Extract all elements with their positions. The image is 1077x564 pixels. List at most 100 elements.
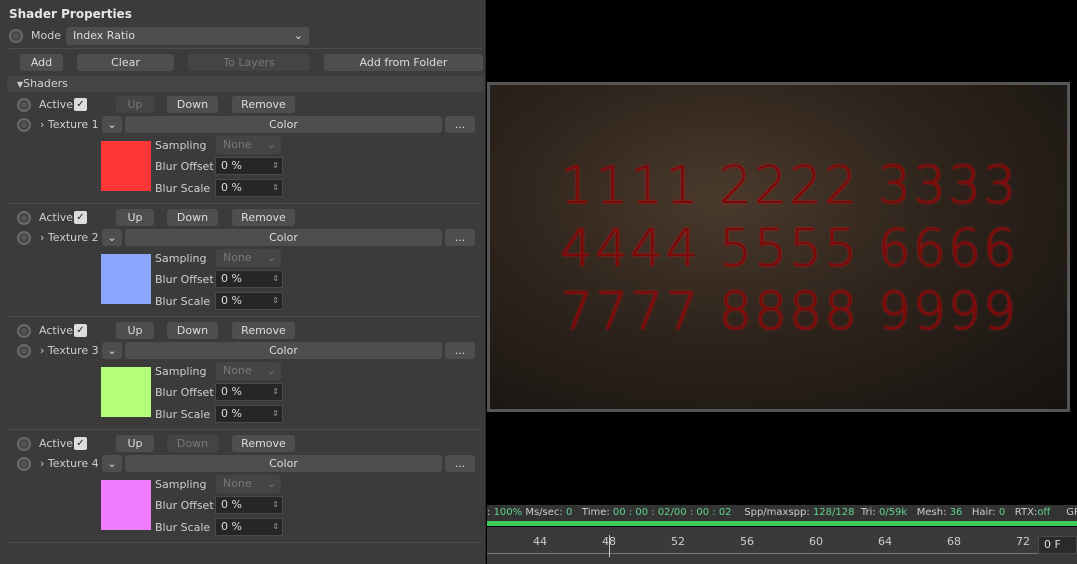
text-row: 1111 2222 3333: [560, 156, 1019, 216]
chevron-down-icon: ⌄: [107, 118, 117, 131]
time-value: 00 : 00 : 02/00 : 00 : 02: [612, 507, 732, 518]
blur-offset-input[interactable]: 0 % ⇕: [215, 270, 283, 288]
blur-scale-input[interactable]: 0 % ⇕: [215, 179, 283, 197]
up-button[interactable]: Up: [116, 322, 154, 339]
blur-scale-value: 0 %: [221, 520, 242, 533]
texture-keyframe-radio[interactable]: [17, 457, 31, 471]
stepper-icon[interactable]: ⇕: [272, 180, 279, 196]
stepper-icon[interactable]: ⇕: [272, 497, 279, 513]
chevron-right-icon: ›: [40, 231, 45, 244]
texture-keyframe-radio[interactable]: [17, 118, 31, 132]
chevron-down-icon: ⌄: [266, 477, 276, 490]
shader-button[interactable]: Color: [125, 229, 442, 246]
mssec-value: 0: [565, 507, 573, 518]
remove-button[interactable]: Remove: [232, 96, 295, 113]
current-frame-field[interactable]: 0 F: [1038, 536, 1077, 554]
blur-scale-value: 0 %: [221, 181, 242, 194]
texture-menu-button[interactable]: ⌄: [102, 455, 122, 472]
stepper-icon[interactable]: ⇕: [272, 384, 279, 400]
texture-expand[interactable]: › Texture 4: [40, 457, 99, 470]
blur-offset-value: 0 %: [221, 385, 242, 398]
sampling-label: Sampling: [155, 139, 207, 152]
timeline-tick-label: 64: [878, 535, 892, 548]
texture-keyframe-radio[interactable]: [17, 231, 31, 245]
blur-offset-value: 0 %: [221, 159, 242, 172]
texture-expand[interactable]: › Texture 2: [40, 231, 99, 244]
shaders-header-label: Shaders: [23, 77, 68, 90]
chevron-down-icon: ⌄: [293, 29, 303, 42]
blur-offset-label: Blur Offset: [155, 499, 214, 512]
active-checkbox[interactable]: ✓: [74, 437, 87, 450]
color-swatch[interactable]: [101, 367, 151, 417]
color-swatch[interactable]: [101, 254, 151, 304]
active-keyframe-radio[interactable]: [17, 437, 31, 451]
blur-offset-input[interactable]: 0 % ⇕: [215, 157, 283, 175]
timeline-ruler: [487, 553, 1042, 554]
color-swatch[interactable]: [101, 141, 151, 191]
texture-menu-button[interactable]: ⌄: [102, 116, 122, 133]
active-checkbox[interactable]: ✓: [74, 324, 87, 337]
sampling-select[interactable]: None ⌄: [216, 249, 281, 267]
down-button[interactable]: Down: [167, 435, 218, 452]
mode-value: Index Ratio: [73, 29, 136, 42]
down-button[interactable]: Down: [167, 96, 218, 113]
remove-button[interactable]: Remove: [232, 322, 295, 339]
more-button[interactable]: ...: [445, 455, 475, 472]
more-button[interactable]: ...: [445, 229, 475, 246]
shaders-group-header[interactable]: ▼Shaders: [7, 76, 484, 92]
active-keyframe-radio[interactable]: [17, 211, 31, 225]
add-button[interactable]: Add: [20, 54, 63, 71]
texture-expand[interactable]: › Texture 3: [40, 344, 99, 357]
texture-keyframe-radio[interactable]: [17, 344, 31, 358]
time-label: Time:: [581, 507, 610, 518]
stepper-icon[interactable]: ⇕: [272, 271, 279, 287]
timeline-tick-label: 68: [947, 535, 961, 548]
add-from-folder-button[interactable]: Add from Folder: [324, 54, 483, 71]
color-swatch[interactable]: [101, 480, 151, 530]
remove-button[interactable]: Remove: [232, 209, 295, 226]
blur-scale-input[interactable]: 0 % ⇕: [215, 405, 283, 423]
divider: [8, 429, 482, 430]
active-label: Active: [39, 211, 74, 224]
active-label: Active: [39, 437, 74, 450]
playhead[interactable]: [609, 535, 610, 557]
texture-menu-button[interactable]: ⌄: [102, 229, 122, 246]
down-button[interactable]: Down: [167, 209, 218, 226]
texture-expand[interactable]: › Texture 1: [40, 118, 99, 131]
shader-button[interactable]: Color: [125, 455, 442, 472]
timeline[interactable]: 4448525660646872 0 F: [487, 527, 1077, 564]
stepper-icon[interactable]: ⇕: [272, 406, 279, 422]
stepper-icon[interactable]: ⇕: [272, 158, 279, 174]
blur-offset-input[interactable]: 0 % ⇕: [215, 383, 283, 401]
render-viewport[interactable]: 1111 2222 3333 4444 5555 6666 7777 8888 99…: [487, 82, 1070, 412]
blur-scale-input[interactable]: 0 % ⇕: [215, 292, 283, 310]
shader-button[interactable]: Color: [125, 116, 442, 133]
stepper-icon[interactable]: ⇕: [272, 519, 279, 535]
active-checkbox[interactable]: ✓: [74, 211, 87, 224]
sampling-label: Sampling: [155, 365, 207, 378]
mode-select[interactable]: Index Ratio ⌄: [66, 27, 309, 45]
sampling-select[interactable]: None ⌄: [216, 362, 281, 380]
down-button[interactable]: Down: [167, 322, 218, 339]
sampling-select[interactable]: None ⌄: [216, 136, 281, 154]
mode-keyframe-radio[interactable]: [9, 29, 23, 43]
to-layers-button[interactable]: To Layers: [188, 54, 310, 71]
sampling-select[interactable]: None ⌄: [216, 475, 281, 493]
up-button[interactable]: Up: [116, 96, 154, 113]
active-keyframe-radio[interactable]: [17, 324, 31, 338]
up-button[interactable]: Up: [116, 435, 154, 452]
stepper-icon[interactable]: ⇕: [272, 293, 279, 309]
active-checkbox[interactable]: ✓: [74, 98, 87, 111]
clear-button[interactable]: Clear: [77, 54, 174, 71]
blur-offset-input[interactable]: 0 % ⇕: [215, 496, 283, 514]
more-button[interactable]: ...: [445, 342, 475, 359]
gpu-label: GPU:: [1066, 507, 1077, 518]
shader-button[interactable]: Color: [125, 342, 442, 359]
chevron-down-icon: ⌄: [107, 231, 117, 244]
active-keyframe-radio[interactable]: [17, 98, 31, 112]
up-button[interactable]: Up: [116, 209, 154, 226]
more-button[interactable]: ...: [445, 116, 475, 133]
texture-menu-button[interactable]: ⌄: [102, 342, 122, 359]
blur-scale-input[interactable]: 0 % ⇕: [215, 518, 283, 536]
remove-button[interactable]: Remove: [232, 435, 295, 452]
